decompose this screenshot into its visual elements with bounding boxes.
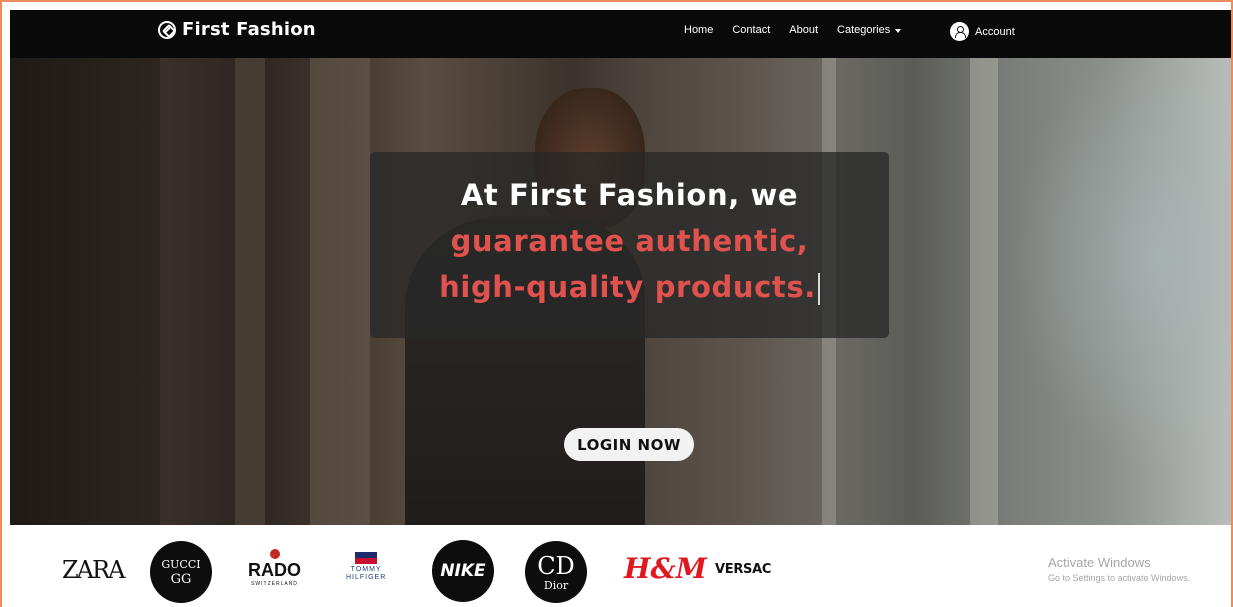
dior-logo[interactable]: CD Dior	[525, 541, 587, 603]
hero-bg-pillar	[970, 58, 998, 525]
rado-logo[interactable]: RADO SWITZERLAND	[248, 549, 301, 587]
dior-cd-mark: CD	[537, 551, 575, 580]
hero-bg-pillar	[310, 58, 370, 525]
nav-categories-dropdown[interactable]: Categories	[837, 24, 902, 36]
hero-banner: At First Fashion, we guarantee authentic…	[10, 58, 1231, 525]
versace-logo[interactable]: VERSAC	[715, 562, 771, 577]
brand-icon	[158, 20, 176, 39]
hm-logo-text: H&M	[624, 552, 707, 585]
brand-logo-strip: ZARA GUCCI GG RADO SWITZERLAND TOMMY HIL…	[10, 525, 1231, 607]
typing-cursor	[817, 273, 820, 305]
navbar: First Fashion Home Contact About Categor…	[10, 10, 1231, 58]
hero-message-card: At First Fashion, we guarantee authentic…	[370, 152, 889, 338]
rado-logo-subtext: SWITZERLAND	[251, 581, 298, 587]
caret-down-icon	[895, 28, 902, 33]
tommy-flag-icon	[355, 552, 378, 564]
gucci-logo[interactable]: GUCCI GG	[150, 541, 212, 603]
user-icon	[950, 22, 969, 41]
activate-windows-subtitle: Go to Settings to activate Windows.	[1048, 573, 1191, 583]
account-label: Account	[975, 25, 1015, 38]
hero-line-3-wrap: high-quality products.	[370, 264, 889, 310]
nike-logo[interactable]: NIKE	[432, 540, 494, 602]
hero-line-3: high-quality products.	[439, 270, 816, 304]
rado-logo-text: RADO	[248, 560, 301, 580]
hero-line-2: guarantee authentic,	[450, 224, 809, 258]
nav-links: Home Contact About Categories	[684, 24, 920, 36]
gucci-logo-text: GUCCI	[161, 557, 201, 571]
rado-dot-icon	[269, 549, 280, 559]
browser-frame: First Fashion Home Contact About Categor…	[0, 0, 1233, 607]
dior-logo-text: Dior	[543, 578, 569, 592]
activate-windows-title: Activate Windows	[1048, 555, 1151, 570]
nav-about-link[interactable]: About	[789, 24, 818, 36]
nav-contact-link[interactable]: Contact	[732, 24, 770, 36]
tommy-logo-line-2: HILFIGER	[346, 574, 387, 581]
brand-logo-link[interactable]: First Fashion	[158, 19, 316, 40]
hero-headline: At First Fashion, we guarantee authentic…	[370, 172, 889, 310]
account-link[interactable]: Account	[950, 22, 1015, 41]
zara-logo[interactable]: ZARA	[62, 556, 125, 584]
login-now-button[interactable]: LOGIN NOW	[564, 428, 694, 461]
zara-logo-text: ZARA	[62, 556, 125, 584]
versace-logo-text: VERSAC	[715, 562, 772, 577]
nike-logo-text: NIKE	[440, 561, 486, 581]
tommy-hilfiger-logo[interactable]: TOMMY HILFIGER	[346, 552, 386, 582]
nav-home-link[interactable]: Home	[684, 24, 713, 36]
hm-logo[interactable]: H&M	[624, 552, 707, 585]
activate-windows-watermark: Activate Windows Go to Settings to activ…	[1048, 555, 1190, 583]
tommy-logo-line-1: TOMMY	[350, 566, 382, 573]
nav-categories-label: Categories	[837, 24, 891, 36]
gucci-gg-mark: GG	[170, 571, 192, 587]
hero-bg-pillar	[10, 58, 160, 525]
hero-bg-pillar	[235, 58, 265, 525]
hero-line-1: At First Fashion, we	[460, 178, 799, 212]
brand-name: First Fashion	[182, 19, 316, 40]
